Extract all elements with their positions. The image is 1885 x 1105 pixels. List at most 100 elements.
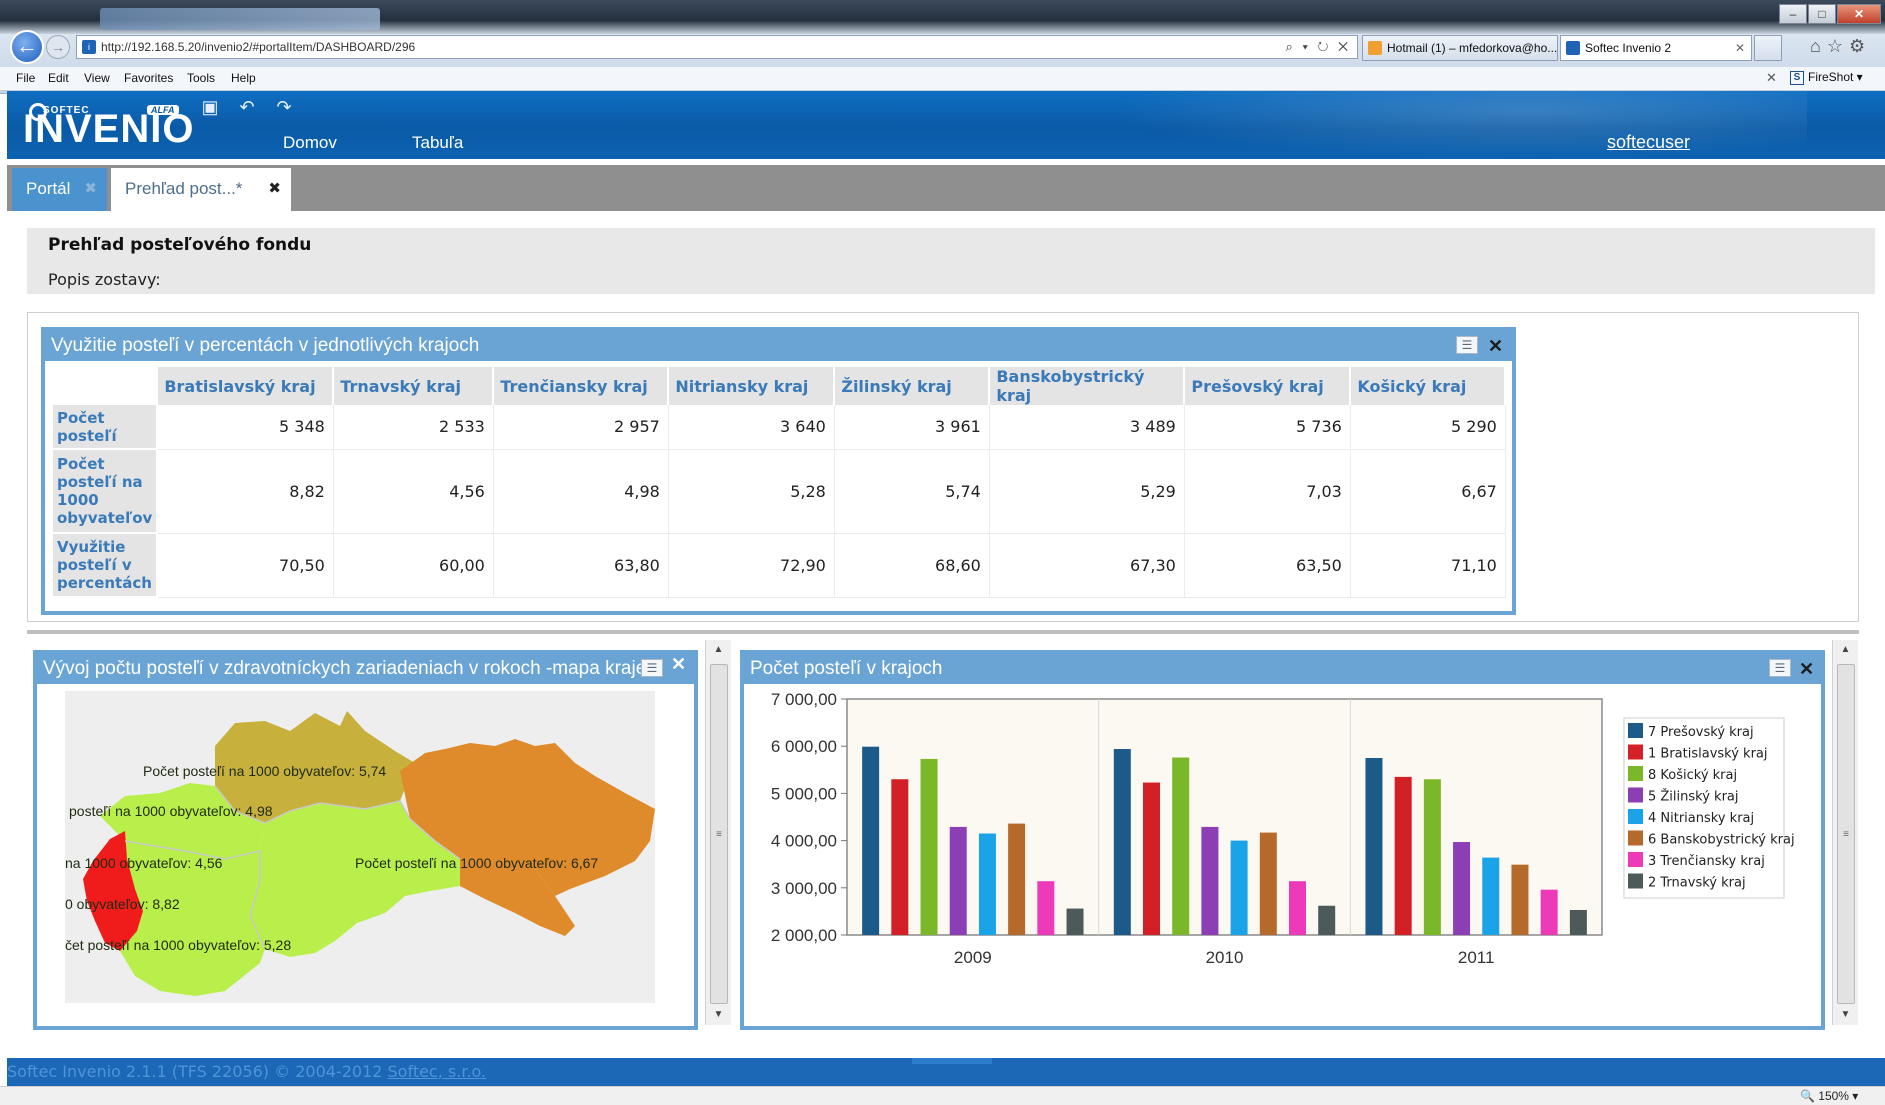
menu-file[interactable]: File xyxy=(16,71,35,85)
zoom-control[interactable]: 🔍 150% ▾ xyxy=(1800,1089,1858,1103)
left-scrollbar[interactable]: ▲ ≡ ▼ xyxy=(705,640,731,1025)
redo-icon[interactable]: ↷ xyxy=(273,97,295,117)
report-title: Prehľad posteľového fondu xyxy=(48,235,312,255)
home-icon[interactable]: ⌂ xyxy=(1810,36,1827,56)
table-cell: 7,03 xyxy=(1184,449,1351,534)
legend-swatch xyxy=(1628,830,1643,846)
undo-icon[interactable]: ↶ xyxy=(236,97,258,117)
map-canvas: Počet posteľí na 1000 obyvateľov: 5,74 p… xyxy=(65,691,655,1003)
browser-title-bar: – □ ✕ xyxy=(0,0,1885,34)
chart-bar xyxy=(1172,757,1190,935)
settings-gear-icon[interactable]: ⚙ xyxy=(1849,36,1871,56)
y-tick-label: 5 000,00 xyxy=(771,784,837,803)
chart-bar xyxy=(1423,779,1441,935)
splitter[interactable] xyxy=(27,630,1859,634)
legend-swatch xyxy=(1628,766,1643,781)
forward-button[interactable]: → xyxy=(46,35,70,59)
save-icon[interactable]: ▣ xyxy=(199,97,221,117)
portlet-menu-icon[interactable]: ☰ xyxy=(1456,336,1478,354)
chart-bar xyxy=(1230,840,1248,935)
table-cell: 71,10 xyxy=(1350,533,1506,598)
legend-label: 2 Trnavský kraj xyxy=(1648,876,1746,891)
footer-link[interactable]: Softec, s.r.o. xyxy=(388,1062,487,1081)
maximize-button[interactable]: □ xyxy=(1808,4,1836,24)
close-tab-icon[interactable]: ✖ xyxy=(84,168,97,210)
table-cell: 3 489 xyxy=(989,405,1185,450)
minimize-button[interactable]: – xyxy=(1779,4,1807,24)
address-tools[interactable]: ⌕ ▾ ↻ ✕ xyxy=(1286,36,1351,58)
table-cell: 68,60 xyxy=(834,533,990,598)
table-cell: 4,98 xyxy=(493,449,669,534)
portlet-close-icon[interactable]: ✕ xyxy=(1488,331,1503,361)
scroll-down-icon[interactable]: ▼ xyxy=(706,1005,731,1025)
browser-status-bar: 🔍 150% ▾ xyxy=(0,1086,1885,1105)
legend-swatch xyxy=(1628,787,1643,803)
legend-label: 8 Košický kraj xyxy=(1648,768,1737,783)
browser-menu-bar: File Edit View Favorites Tools Help ✕ SF… xyxy=(0,67,1885,91)
legend-swatch xyxy=(1628,809,1643,824)
favorites-star-icon[interactable]: ☆ xyxy=(1827,36,1849,56)
column-header: Banskobystrický kraj xyxy=(989,367,1186,405)
tab-portal[interactable]: Portál ✖ xyxy=(12,168,107,211)
scroll-thumb[interactable]: ≡ xyxy=(710,664,728,1004)
menu-view[interactable]: View xyxy=(84,71,110,85)
column-header: Žilinský kraj xyxy=(834,367,991,405)
nav-domov[interactable]: Domov xyxy=(283,133,337,153)
scroll-down-icon[interactable]: ▼ xyxy=(1833,1005,1858,1025)
logo-badge: ALFA xyxy=(147,105,179,115)
menu-edit[interactable]: Edit xyxy=(48,71,69,85)
map-label-kosice: Počet posteľí na 1000 obyvateľov: 6,67 xyxy=(355,855,599,871)
chart-bar xyxy=(1201,826,1219,935)
table-header-row: Bratislavský kraj Trnavský kraj Trenčian… xyxy=(53,367,1507,405)
tab-prehlad[interactable]: Prehľad post...* ✖ xyxy=(111,168,291,211)
site-favicon-icon: i xyxy=(82,40,96,54)
portlet-menu-icon[interactable]: ☰ xyxy=(1769,659,1791,677)
browser-tab-label: Softec Invenio 2 xyxy=(1585,41,1672,55)
close-toolbar-icon[interactable]: ✕ xyxy=(1766,70,1777,86)
nav-tabula[interactable]: Tabuľa xyxy=(412,133,463,153)
address-bar[interactable]: i http://192.168.5.20/invenio2/#portalIt… xyxy=(76,35,1358,59)
legend-swatch xyxy=(1628,873,1643,889)
chart-bar xyxy=(1453,842,1471,935)
table-cell: 2 957 xyxy=(493,405,669,450)
table-cell: 5 348 xyxy=(157,405,334,450)
new-tab-button[interactable] xyxy=(1754,35,1782,61)
close-window-button[interactable]: ✕ xyxy=(1837,4,1881,24)
table-cell: 63,80 xyxy=(493,533,669,598)
table-row: Využitie posteľí v percentách 70,50 60,0… xyxy=(53,533,1506,598)
window-controls: – □ ✕ xyxy=(1779,4,1881,24)
menu-help[interactable]: Help xyxy=(231,71,256,85)
browser-tab-hotmail[interactable]: Hotmail (1) – mfedorkova@ho... xyxy=(1362,35,1558,61)
browser-tab-label: Hotmail (1) – mfedorkova@ho... xyxy=(1387,41,1558,55)
data-table: Bratislavský kraj Trnavský kraj Trenčian… xyxy=(53,367,1507,598)
right-scrollbar[interactable]: ▲ ≡ ▼ xyxy=(1832,640,1858,1025)
portlet-close-icon[interactable]: ✕ xyxy=(1799,654,1814,684)
table-cell: 2 533 xyxy=(333,405,494,450)
fireshot-label: FireShot ▾ xyxy=(1808,70,1863,84)
table-cell: 67,30 xyxy=(989,533,1185,598)
chart-bar xyxy=(1037,881,1055,935)
chart-bar xyxy=(1113,749,1131,935)
tab-label: Prehľad post...* xyxy=(125,179,243,198)
fireshot-button[interactable]: S FireShot ▾ xyxy=(1790,70,1863,85)
menu-favorites[interactable]: Favorites xyxy=(124,71,173,85)
scroll-thumb[interactable]: ≡ xyxy=(1837,664,1855,1004)
chart-bar xyxy=(1289,881,1306,935)
column-header: Trnavský kraj xyxy=(333,367,495,405)
table-cell: 5,29 xyxy=(989,449,1185,534)
report-description: Popis zostavy: xyxy=(48,270,161,289)
y-tick-label: 6 000,00 xyxy=(771,737,837,756)
portlet-menu-icon[interactable]: ☰ xyxy=(641,659,663,677)
browser-tab-invenio[interactable]: Softec Invenio 2 ✕ xyxy=(1560,35,1752,61)
back-button[interactable]: ← xyxy=(10,30,44,64)
close-tab-icon[interactable]: ✕ xyxy=(1735,36,1745,60)
close-tab-icon[interactable]: ✖ xyxy=(268,168,281,210)
portlet-close-icon[interactable]: ✕ xyxy=(671,654,686,675)
menu-tools[interactable]: Tools xyxy=(187,71,215,85)
user-link[interactable]: softecuser xyxy=(1607,132,1690,153)
chart-bar xyxy=(1066,908,1084,935)
scroll-up-icon[interactable]: ▲ xyxy=(1833,640,1858,660)
chart-bar xyxy=(1008,823,1026,935)
scroll-up-icon[interactable]: ▲ xyxy=(706,640,731,660)
table-cell: 5 736 xyxy=(1184,405,1351,450)
